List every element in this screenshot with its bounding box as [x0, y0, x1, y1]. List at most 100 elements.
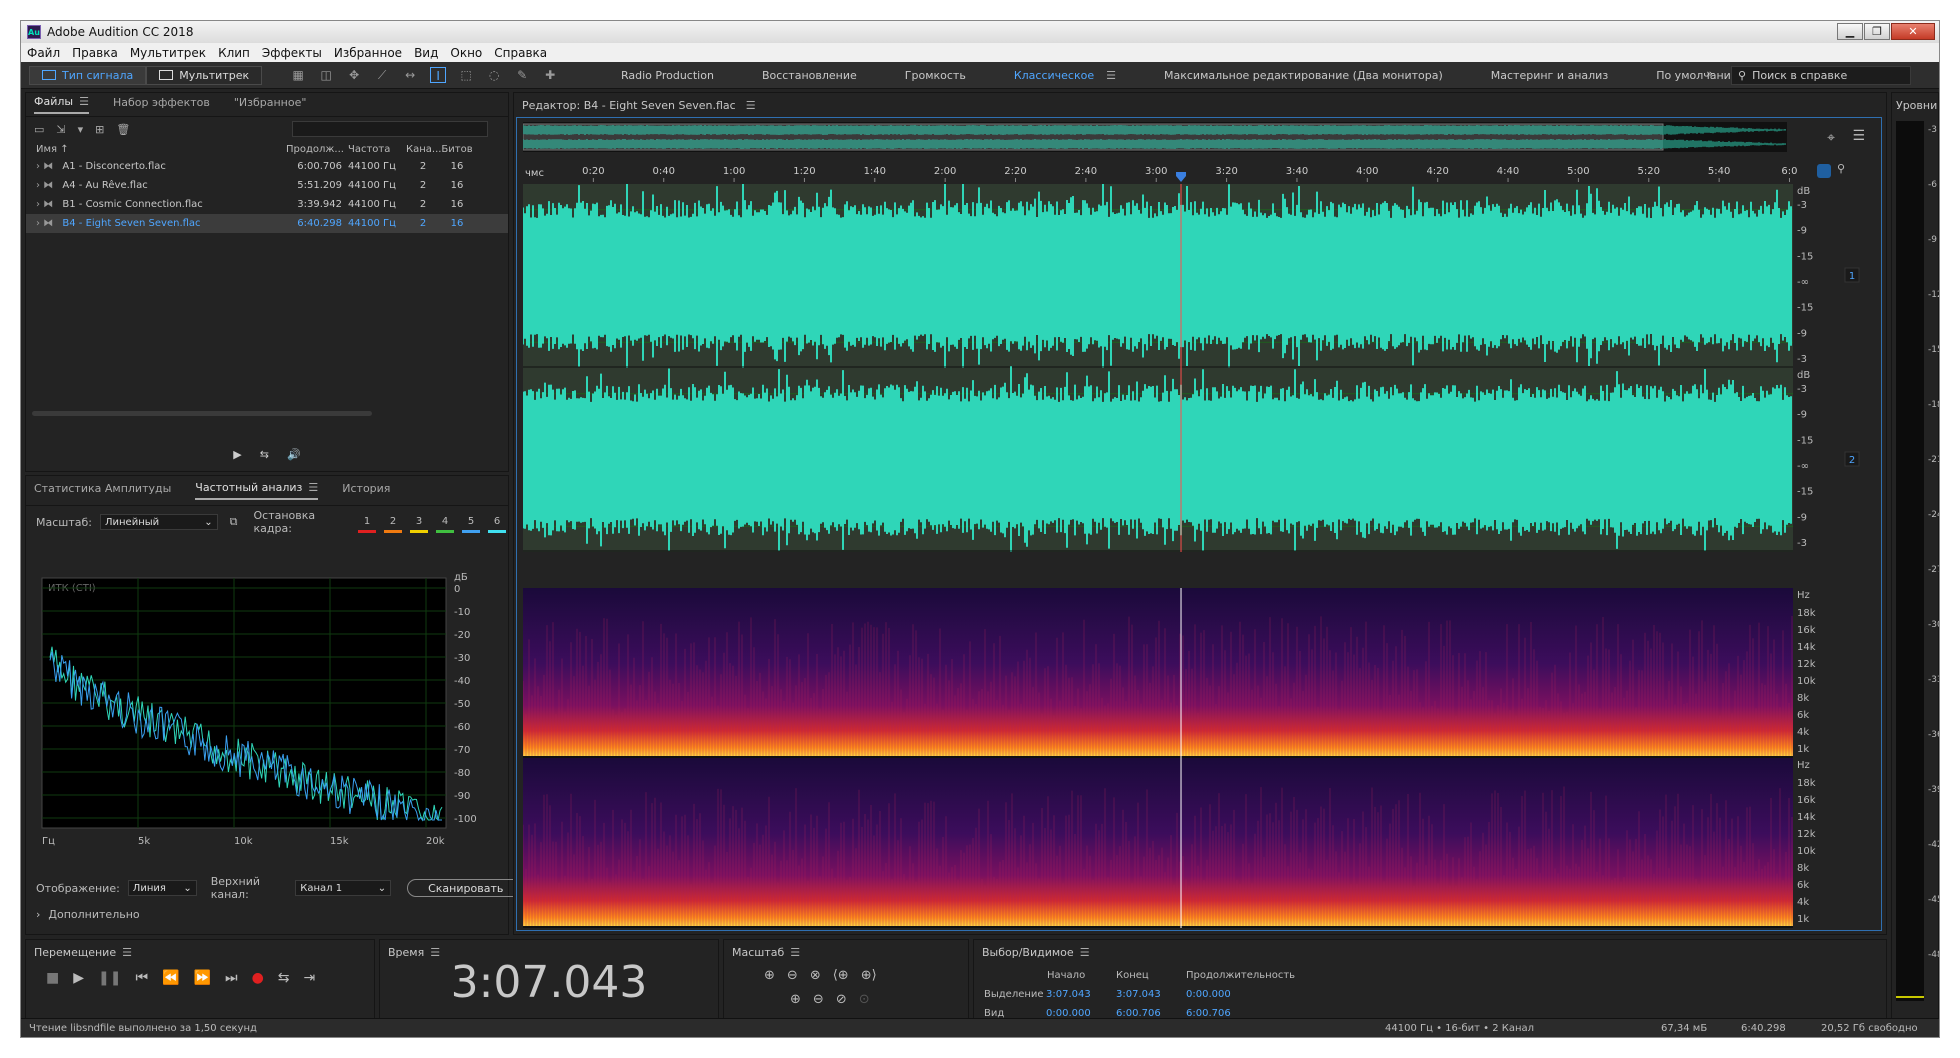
skip-selection-icon[interactable]	[1817, 164, 1831, 178]
overview-waveform[interactable]	[523, 122, 1787, 152]
play-icon[interactable]: ▶	[73, 970, 84, 986]
freeze-slot-5[interactable]: 5	[460, 514, 482, 533]
waveform-display[interactable]	[523, 184, 1793, 552]
go-to-end-icon[interactable]: ⏭	[225, 970, 238, 986]
preview-loop-icon[interactable]: ⇆	[260, 448, 269, 461]
file-row[interactable]: › ⧓ B4 - Eight Seven Seven.flac 6:40.298 4…	[26, 214, 508, 233]
insert-multitrack-icon[interactable]: ⊞	[95, 123, 104, 136]
freeze-slot-3[interactable]: 3	[408, 514, 430, 533]
menu-file[interactable]: Файл	[27, 46, 60, 60]
workspace-menu-icon[interactable]: ☰	[1106, 69, 1116, 82]
scale-dropdown[interactable]: Линейный ⌄	[99, 514, 218, 530]
files-search-input[interactable]	[292, 121, 489, 137]
record-icon[interactable]: ●	[252, 970, 264, 986]
column-rate[interactable]: Частота	[348, 144, 406, 155]
more-options-row[interactable]: › Дополнительно	[26, 902, 140, 926]
zoom-reset-icon[interactable]: ⊙	[859, 992, 870, 1007]
help-search-input[interactable]: ⚲ Поиск в справке	[1731, 66, 1911, 85]
panel-menu-icon[interactable]: ☰	[308, 481, 318, 494]
menu-view[interactable]: Вид	[414, 46, 438, 60]
maximize-button[interactable]: ❐	[1864, 23, 1890, 40]
spectral-display[interactable]	[523, 588, 1793, 928]
skip-icon[interactable]: ⇥	[304, 970, 316, 986]
workspace-mastering[interactable]: Мастеринг и анализ	[1491, 69, 1608, 82]
panel-menu-icon[interactable]: ☰	[746, 99, 756, 112]
zoom-to-selection-icon[interactable]: ⊘	[836, 992, 847, 1007]
close-button[interactable]: ✕	[1891, 23, 1935, 40]
column-bits[interactable]: Битов	[440, 144, 474, 155]
workspace-loudness[interactable]: Громкость	[905, 69, 966, 82]
razor-tool-icon[interactable]: ⟋	[374, 67, 390, 83]
zoom-to-selection-icon[interactable]: ⌖	[1827, 130, 1835, 146]
brush-tool-icon[interactable]: ✎	[514, 67, 530, 83]
pause-icon[interactable]: ❚❚	[98, 970, 121, 986]
tab-history[interactable]: История	[342, 482, 390, 499]
freeze-slot-1[interactable]: 1	[356, 514, 378, 533]
time-selection-tool-icon[interactable]: I	[430, 67, 447, 83]
open-file-icon[interactable]: ▭	[34, 123, 44, 136]
file-row[interactable]: › ⧓ A1 - Disconcerto.flac 6:00.706 44100 Г…	[26, 157, 508, 176]
file-row[interactable]: › ⧓ B1 - Cosmic Connection.flac 3:39.942 4…	[26, 195, 508, 214]
freeze-slot-2[interactable]: 2	[382, 514, 404, 533]
selection-end-value[interactable]: 3:07.043	[1116, 989, 1186, 1000]
freeze-slot-6[interactable]: 6	[486, 514, 508, 533]
menu-clip[interactable]: Клип	[218, 46, 250, 60]
go-to-start-icon[interactable]: ⏮	[135, 970, 148, 986]
waveform-mode-button[interactable]: Тип сигнала	[29, 65, 147, 85]
files-scrollbar[interactable]	[32, 411, 372, 416]
preview-volume-icon[interactable]: 🔊	[287, 448, 301, 461]
tab-files[interactable]: Файлы ☰	[34, 95, 89, 114]
move-tool-icon[interactable]: ✥	[346, 67, 362, 83]
channel-dropdown[interactable]: Канал 1 ⌄	[295, 880, 392, 896]
minimize-button[interactable]: ▁	[1837, 23, 1863, 40]
delete-file-icon[interactable]: 🗑	[116, 123, 130, 136]
menu-window[interactable]: Окно	[450, 46, 482, 60]
channel-toggle-icon[interactable]: ☰	[1852, 128, 1865, 144]
menu-help[interactable]: Справка	[494, 46, 547, 60]
tab-amplitude-stats[interactable]: Статистика Амплитуды	[34, 482, 171, 499]
rewind-icon[interactable]: ⏪	[162, 970, 179, 986]
zoom-in-at-start-icon[interactable]: ⟨⊕	[833, 968, 849, 983]
workspace-max-editing[interactable]: Максимальное редактирование (Два монитор…	[1164, 69, 1443, 82]
spot-healing-icon[interactable]: ✚	[542, 67, 558, 83]
more-workspaces-icon[interactable]: »	[1706, 67, 1713, 80]
selection-duration-value[interactable]: 0:00.000	[1186, 989, 1256, 1000]
fast-forward-icon[interactable]: ⏩	[194, 970, 211, 986]
stop-icon[interactable]: ■	[46, 970, 59, 986]
display-dropdown[interactable]: Линия ⌄	[127, 880, 197, 896]
import-file-icon[interactable]: ⇲	[56, 123, 65, 136]
file-row[interactable]: › ⧓ A4 - Au Rêve.flac 5:51.209 44100 Гц 2 16	[26, 176, 508, 195]
tab-favorites[interactable]: "Избранное"	[234, 96, 307, 113]
column-duration[interactable]: Продолж...	[286, 144, 348, 155]
menu-edit[interactable]: Правка	[72, 46, 118, 60]
tab-effects-presets[interactable]: Набор эффектов	[113, 96, 210, 113]
workspace-classic[interactable]: Классическое ☰	[1014, 69, 1116, 82]
menu-multitrack[interactable]: Мультитрек	[130, 46, 206, 60]
panel-menu-icon[interactable]: ☰	[790, 946, 800, 959]
slip-tool-icon[interactable]: ↔	[402, 67, 418, 83]
panel-menu-icon[interactable]: ☰	[79, 95, 89, 108]
pitch-display-icon[interactable]: ◫	[318, 67, 334, 83]
display-divider[interactable]	[523, 556, 1793, 586]
panel-menu-icon[interactable]: ☰	[1080, 946, 1090, 959]
workspace-radio-production[interactable]: Radio Production	[621, 69, 714, 82]
freeze-slot-4[interactable]: 4	[434, 514, 456, 533]
workspace-restoration[interactable]: Восстановление	[762, 69, 857, 82]
lasso-tool-icon[interactable]: ◌	[486, 67, 502, 83]
zoom-in-amplitude-icon[interactable]: ⊕	[764, 968, 775, 983]
time-display[interactable]: 3:07.043	[380, 957, 718, 1008]
tab-frequency-analysis[interactable]: Частотный анализ ☰	[195, 481, 319, 500]
scan-button[interactable]: Сканировать	[407, 879, 525, 897]
panel-menu-icon[interactable]: ☰	[122, 946, 132, 959]
time-ruler[interactable]: чмс 0:20 0:40 1:00 1:20 1:40 2:00 2:20 2:40 3:00 3…	[523, 162, 1799, 182]
column-name[interactable]: Имя ↑	[26, 144, 286, 155]
zoom-out-time-icon[interactable]: ⊖	[813, 992, 824, 1007]
snapshot-icon[interactable]: ⧉	[230, 515, 238, 529]
loop-icon[interactable]: ⇆	[278, 970, 290, 986]
selection-start-value[interactable]: 3:07.043	[1046, 989, 1116, 1000]
new-file-icon[interactable]: ▾	[78, 123, 84, 136]
marquee-tool-icon[interactable]: ⬚	[458, 67, 474, 83]
workspace-default[interactable]: По умолчанию	[1656, 69, 1740, 82]
menu-favorites[interactable]: Избранное	[334, 46, 402, 60]
menu-effects[interactable]: Эффекты	[262, 46, 322, 60]
